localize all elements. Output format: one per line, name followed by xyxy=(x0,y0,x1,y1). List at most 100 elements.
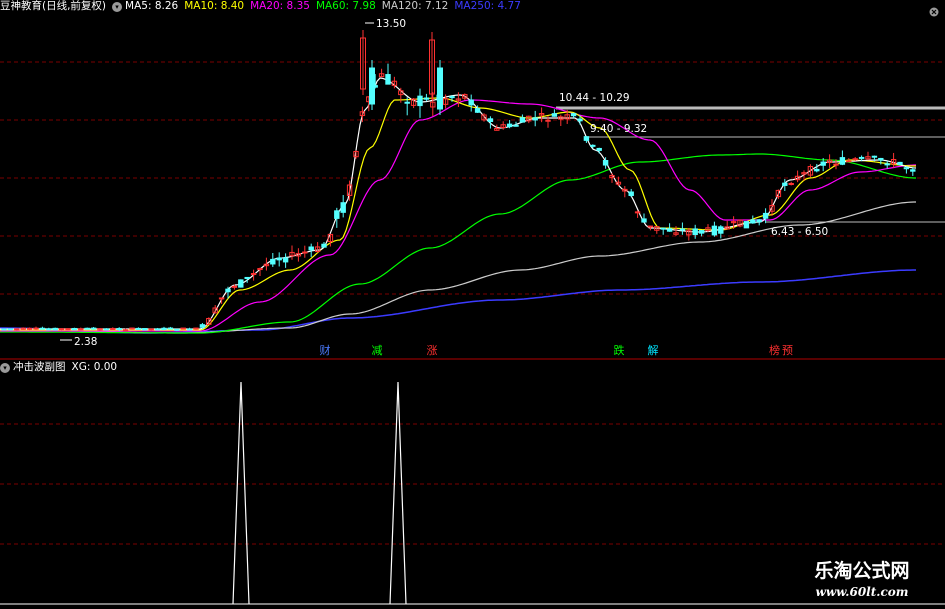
ma60-indicator: MA60: 7.98 xyxy=(315,0,376,12)
candle-body xyxy=(225,288,231,293)
candle-body xyxy=(660,227,666,230)
candle-body xyxy=(858,156,865,159)
candle-body xyxy=(711,225,718,236)
candle-body xyxy=(820,161,826,166)
candle-body xyxy=(154,328,161,331)
event-marker-forecast[interactable]: 预 xyxy=(781,344,794,358)
event-marker-unlock[interactable]: 解 xyxy=(646,344,660,358)
ma10-line xyxy=(0,97,916,331)
candle-body xyxy=(634,211,641,214)
candle-body xyxy=(39,327,46,330)
candle-body xyxy=(468,99,474,106)
candle-body xyxy=(385,74,391,85)
candle-body xyxy=(532,117,538,121)
event-marker-finance[interactable]: 财 xyxy=(318,344,332,358)
ma5-indicator: MA5: 8.26 xyxy=(125,0,179,12)
candle-body xyxy=(71,327,78,331)
candle-body xyxy=(602,160,609,166)
sub-chart-settings-icon[interactable]: ▾ xyxy=(0,362,10,373)
ma20-line xyxy=(0,99,916,332)
kline-chart[interactable] xyxy=(0,0,945,609)
main-chart-header: 豆神教育(日线,前复权) ▾ MA5: 8.26 MA10: 8.40 MA20… xyxy=(0,0,527,13)
candle-body xyxy=(276,257,282,261)
candle-body xyxy=(897,161,903,166)
candle-body xyxy=(321,243,327,248)
candle-body xyxy=(33,327,39,330)
candle-body xyxy=(423,97,430,100)
range-low-label: 6.43 - 6.50 xyxy=(771,226,829,238)
candle-body xyxy=(103,328,110,331)
candle-body xyxy=(666,228,673,232)
event-marker-reduce[interactable]: 减 xyxy=(370,344,384,358)
ma20-indicator: MA20: 8.35 xyxy=(250,0,310,12)
candle-body xyxy=(788,183,794,186)
chart-settings-icon[interactable]: ▾ xyxy=(112,1,123,12)
range-top-label: 10.44 - 10.29 xyxy=(559,92,630,104)
signal-spike-0 xyxy=(232,381,250,605)
candle-body xyxy=(78,328,84,331)
candle-body xyxy=(238,279,244,288)
candle-body xyxy=(84,327,90,330)
candle-body xyxy=(884,163,890,166)
candle-body xyxy=(199,324,206,328)
candle-body xyxy=(417,95,423,107)
candle-body xyxy=(90,327,97,330)
event-marker-rise[interactable]: 涨 xyxy=(425,344,439,358)
high-price-label: 13.50 xyxy=(376,18,407,30)
candle-body xyxy=(193,327,199,330)
peak-candle-body-3 xyxy=(437,67,443,110)
candle-body xyxy=(782,182,788,186)
candle-body xyxy=(551,113,558,117)
candle-body xyxy=(148,328,154,331)
candle-body xyxy=(750,219,756,224)
candle-body xyxy=(833,163,839,166)
peak-candle-body-1 xyxy=(369,67,375,105)
candle-body xyxy=(743,221,750,229)
sub-chart-title: 冲击波副图 xyxy=(13,361,66,373)
stock-title: 豆神教育(日线,前复权) xyxy=(0,0,107,12)
watermark-text: 乐淘公式网 xyxy=(814,560,910,582)
ma5-line xyxy=(0,77,917,330)
event-marker-fall[interactable]: 跌 xyxy=(612,344,626,358)
candle-body xyxy=(506,123,513,128)
candle-body xyxy=(628,191,634,196)
ma60-line xyxy=(0,153,916,334)
candle-body xyxy=(180,327,186,330)
candle-body xyxy=(449,96,455,99)
range-mid-label: 9.40 - 9.32 xyxy=(590,123,648,135)
candle-body xyxy=(519,117,526,123)
xg-value: XG: 0.00 xyxy=(71,361,118,373)
candle-body xyxy=(340,202,346,213)
candle-body xyxy=(698,230,705,234)
candle-body xyxy=(871,155,878,158)
candle-body xyxy=(577,118,583,122)
candle-body xyxy=(7,328,14,331)
candle-body xyxy=(570,113,577,117)
candle-body xyxy=(302,251,308,254)
candle-body xyxy=(282,257,289,263)
candle-body xyxy=(513,124,519,127)
candle-body xyxy=(679,228,686,231)
candle-body xyxy=(58,328,65,331)
candle-body xyxy=(52,327,58,331)
candle-body xyxy=(596,147,602,151)
candle-body xyxy=(14,328,20,331)
candle-body xyxy=(110,327,116,330)
candle-body xyxy=(718,226,724,234)
candle-body xyxy=(308,246,314,251)
candle-body xyxy=(46,328,52,331)
candle-body xyxy=(878,157,884,161)
candle-body xyxy=(692,228,698,236)
candle-body xyxy=(474,108,481,113)
close-icon[interactable] xyxy=(929,2,939,17)
signal-spike-1 xyxy=(389,381,407,605)
event-marker-list[interactable]: 榜 xyxy=(768,344,781,358)
candle-body xyxy=(756,219,762,223)
candle-body xyxy=(244,276,250,280)
candle-body xyxy=(135,327,142,330)
candle-body xyxy=(590,144,596,147)
candle-body xyxy=(250,273,257,276)
ma250-line xyxy=(0,269,916,334)
candle-body xyxy=(231,285,238,288)
candle-body xyxy=(65,328,71,331)
